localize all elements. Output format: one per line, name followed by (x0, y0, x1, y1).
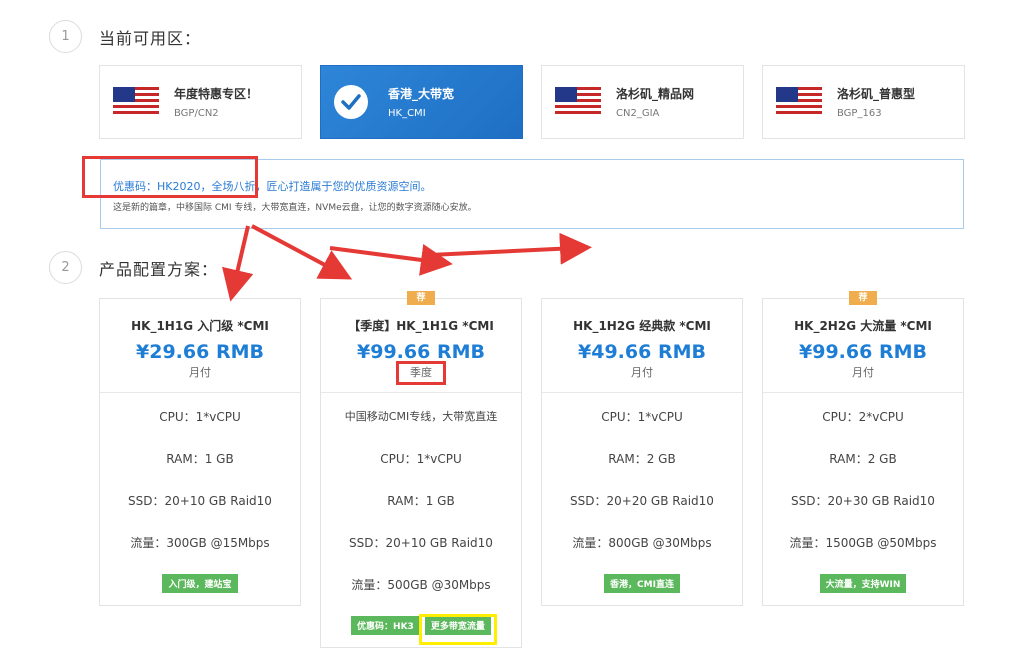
spec-ssd: SSD：20+10 GB Raid10 (349, 536, 493, 550)
plan-tag: 大流量，支持WIN (819, 574, 907, 593)
plan-name: HK_1H1G 入门级 *CMI (131, 319, 269, 333)
spec-cpu: CPU：1*vCPU (601, 410, 683, 424)
region-title: 洛杉矶_普惠型 (837, 87, 916, 101)
plan-tag: 入门级，建站宝 (162, 574, 238, 593)
region-la-economy[interactable]: 洛杉矶_普惠型 BGP_163 (762, 65, 965, 139)
spec-ssd: SSD：20+10 GB Raid10 (128, 494, 272, 508)
region-subtitle: BGP_163 (837, 108, 882, 119)
region-title: 年度特惠专区！ (174, 87, 259, 101)
spec-traffic: 流量：500GB @30Mbps (351, 578, 491, 592)
step-1: 1 当前可用区： (49, 20, 201, 53)
annotation-period-box (396, 361, 446, 385)
step-number: 1 (49, 20, 82, 53)
plan-card-hk-1h2g[interactable]: HK_1H2G 经典款 *CMI ¥49.66 RMB 月付 CPU：1*vCP… (541, 298, 743, 606)
spec-ssd: SSD：20+30 GB Raid10 (791, 494, 935, 508)
plan-card-hk-1h1g[interactable]: HK_1H1G 入门级 *CMI ¥29.66 RMB 月付 CPU：1*vCP… (99, 298, 301, 606)
region-title: 洛杉矶_精品网 (616, 87, 695, 101)
plan-tag: 优惠码：HK3 (351, 616, 420, 635)
spec-traffic: 流量：800GB @30Mbps (572, 536, 712, 550)
step-number: 2 (49, 251, 82, 284)
spec-line: 中国移动CMI专线，大带宽直连 (344, 410, 498, 423)
plan-price: ¥99.66 RMB (799, 341, 927, 363)
plan-period: 月付 (189, 366, 211, 379)
region-la-premium[interactable]: 洛杉矶_精品网 CN2_GIA (541, 65, 744, 139)
spec-traffic: 流量：300GB @15Mbps (130, 536, 270, 550)
description-line: 这是新的篇章，中移国际 CMI 专线，大带宽直连，NVMe云盘，让您的数字资源随… (113, 203, 477, 213)
us-flag-icon (113, 87, 159, 117)
spec-ram: RAM：2 GB (608, 452, 676, 466)
recommend-badge: 荐 (849, 291, 877, 305)
spec-ssd: SSD：20+20 GB Raid10 (570, 494, 714, 508)
region-hk-bandwidth[interactable]: 香港_大带宽 HK_CMI (320, 65, 523, 139)
plan-name: 【季度】HK_1H1G *CMI (348, 319, 494, 333)
arrow-right-long (429, 232, 592, 265)
spec-cpu: CPU：1*vCPU (380, 452, 462, 466)
plan-name: HK_1H2G 经典款 *CMI (573, 319, 711, 333)
spec-ram: RAM：1 GB (387, 494, 455, 508)
plan-period: 月付 (631, 366, 653, 379)
us-flag-icon (776, 87, 822, 117)
step-title: 产品配置方案： (99, 259, 219, 279)
arrow-down (222, 225, 254, 302)
us-flag-icon (555, 87, 601, 117)
annotation-tag-box (419, 614, 497, 645)
region-subtitle: CN2_GIA (616, 108, 660, 119)
region-subtitle: HK_CMI (388, 108, 426, 119)
spec-cpu: CPU：1*vCPU (159, 410, 241, 424)
plan-tag: 香港，CMI直连 (604, 574, 680, 593)
plan-name: HK_2H2G 大流量 *CMI (794, 319, 932, 333)
plan-price: ¥49.66 RMB (578, 341, 706, 363)
check-icon (334, 85, 368, 119)
spec-ram: RAM：2 GB (829, 452, 897, 466)
plan-card-hk-2h2g[interactable]: 荐 HK_2H2G 大流量 *CMI ¥99.66 RMB 月付 CPU：2*v… (762, 291, 964, 606)
plan-price: ¥99.66 RMB (357, 341, 485, 363)
recommend-badge: 荐 (407, 291, 435, 305)
spec-traffic: 流量：1500GB @50Mbps (789, 536, 937, 550)
spec-cpu: CPU：2*vCPU (822, 410, 904, 424)
step-2: 2 产品配置方案： (49, 251, 218, 284)
plan-period: 月付 (852, 366, 874, 379)
step-title: 当前可用区： (99, 28, 202, 48)
plan-card-hk-1h1g-quarterly[interactable]: 荐 【季度】HK_1H1G *CMI ¥99.66 RMB 季度 中国移动CMI… (320, 291, 522, 648)
spec-ram: RAM：1 GB (166, 452, 234, 466)
plan-price: ¥29.66 RMB (136, 341, 264, 363)
arrow-right (329, 244, 453, 276)
region-subtitle: BGP/CN2 (174, 108, 219, 119)
arrow-diagonal (251, 224, 353, 280)
region-title: 香港_大带宽 (388, 87, 455, 101)
region-annual-special[interactable]: 年度特惠专区！ BGP/CN2 (99, 65, 302, 139)
annotation-promo-box (82, 156, 258, 198)
